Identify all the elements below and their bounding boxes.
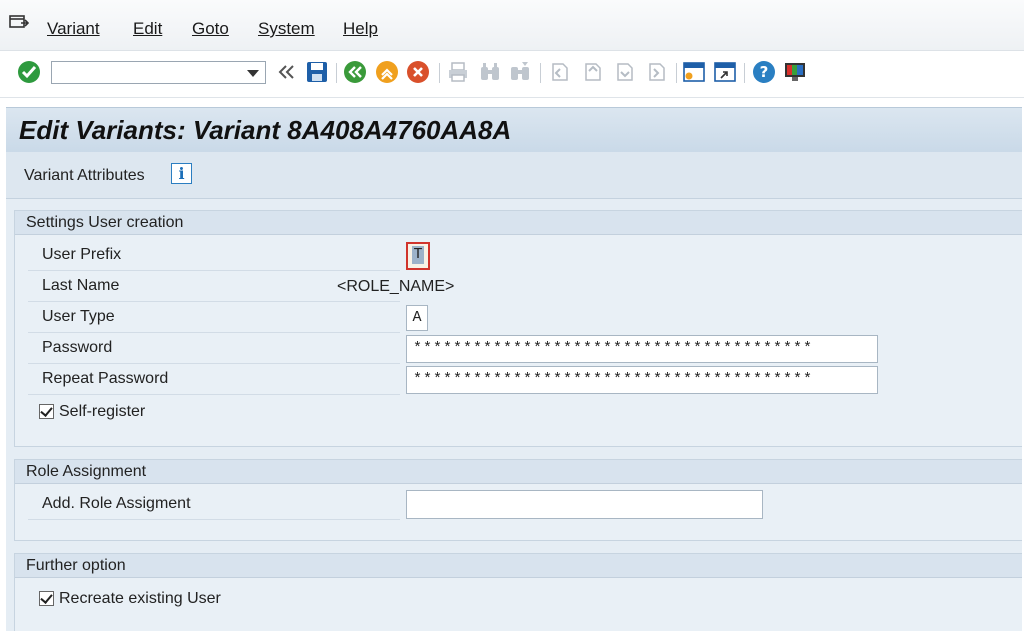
cancel-icon[interactable] — [406, 60, 430, 84]
last-name-label: Last Name — [42, 277, 120, 294]
toolbar-separator — [744, 63, 745, 83]
back-double-icon[interactable] — [274, 60, 298, 84]
print-icon[interactable] — [446, 60, 470, 84]
menu-edit[interactable]: Edit — [133, 19, 162, 39]
user-type-row: User Type — [28, 302, 400, 333]
menu-help-label: Help — [343, 19, 378, 38]
toolbar-separator — [439, 63, 440, 83]
find-next-icon[interactable] — [508, 60, 532, 84]
customize-layout-icon[interactable] — [783, 60, 807, 84]
add-role-field[interactable] — [406, 490, 763, 519]
user-prefix-label: User Prefix — [42, 246, 122, 263]
menu-edit-label: Edit — [133, 19, 163, 38]
find-icon[interactable] — [478, 60, 502, 84]
first-page-icon[interactable] — [547, 60, 571, 84]
last-name-value: <ROLE_NAME> — [337, 278, 455, 295]
checkmark-icon — [40, 591, 53, 604]
window-menu-icon[interactable] — [9, 14, 29, 32]
menu-goto[interactable]: Goto — [192, 19, 229, 39]
password-field[interactable]: **************************************** — [406, 335, 878, 363]
menu-bar: Variant Edit Goto System Help — [0, 0, 1024, 51]
toolbar-separator — [336, 63, 337, 83]
user-type-field[interactable]: A — [406, 305, 428, 331]
repeat-password-row: Repeat Password — [28, 364, 400, 395]
group-heading: Settings User creation — [15, 211, 1022, 235]
menu-variant-label: Variant — [47, 19, 100, 38]
help-icon[interactable]: ? — [752, 60, 776, 84]
menu-goto-label: Goto — [192, 19, 229, 38]
page-title: Edit Variants: Variant 8A408A4760AA8A — [19, 115, 512, 145]
toolbar-separator — [540, 63, 541, 83]
menu-help[interactable]: Help — [343, 19, 378, 39]
group-heading: Role Assignment — [15, 460, 1022, 484]
application-toolbar: Variant Attributes i — [6, 152, 1022, 199]
user-prefix-value: T — [412, 246, 424, 264]
info-icon[interactable]: i — [171, 163, 192, 184]
user-type-value: A — [412, 309, 422, 326]
next-page-icon[interactable] — [612, 60, 636, 84]
save-icon[interactable] — [305, 60, 329, 84]
user-type-label: User Type — [42, 308, 115, 325]
recreate-user-checkbox[interactable] — [39, 591, 54, 606]
create-session-icon[interactable] — [682, 60, 706, 84]
group-heading: Further option — [15, 554, 1022, 578]
repeat-password-field[interactable]: **************************************** — [406, 366, 878, 394]
enter-icon[interactable] — [17, 60, 41, 84]
password-row: Password — [28, 333, 400, 364]
add-role-label: Add. Role Assigment — [42, 495, 191, 512]
recreate-user-label: Recreate existing User — [59, 590, 221, 607]
svg-text:?: ? — [760, 63, 769, 81]
repeat-password-value: **************************************** — [413, 371, 814, 388]
checkmark-icon — [40, 404, 53, 417]
variant-attributes-button[interactable]: Variant Attributes — [24, 167, 145, 185]
menu-variant[interactable]: Variant — [47, 19, 100, 39]
password-value: **************************************** — [413, 340, 814, 357]
user-prefix-field[interactable]: T — [406, 242, 430, 270]
user-prefix-row: User Prefix — [28, 240, 400, 271]
repeat-password-label: Repeat Password — [42, 370, 169, 387]
shortcut-icon[interactable] — [713, 60, 737, 84]
exit-icon[interactable] — [375, 60, 399, 84]
password-label: Password — [42, 339, 113, 356]
add-role-row: Add. Role Assigment — [28, 489, 400, 520]
last-page-icon[interactable] — [644, 60, 668, 84]
previous-page-icon[interactable] — [580, 60, 604, 84]
self-register-label: Self-register — [59, 403, 146, 420]
command-field[interactable] — [51, 61, 266, 84]
menu-system[interactable]: System — [258, 19, 315, 39]
self-register-checkbox[interactable] — [39, 404, 54, 419]
back-icon[interactable] — [343, 60, 367, 84]
title-bar: Edit Variants: Variant 8A408A4760AA8A — [6, 107, 1022, 153]
chevron-down-icon[interactable] — [247, 70, 259, 77]
toolbar-separator — [676, 63, 677, 83]
menu-system-label: System — [258, 19, 315, 38]
